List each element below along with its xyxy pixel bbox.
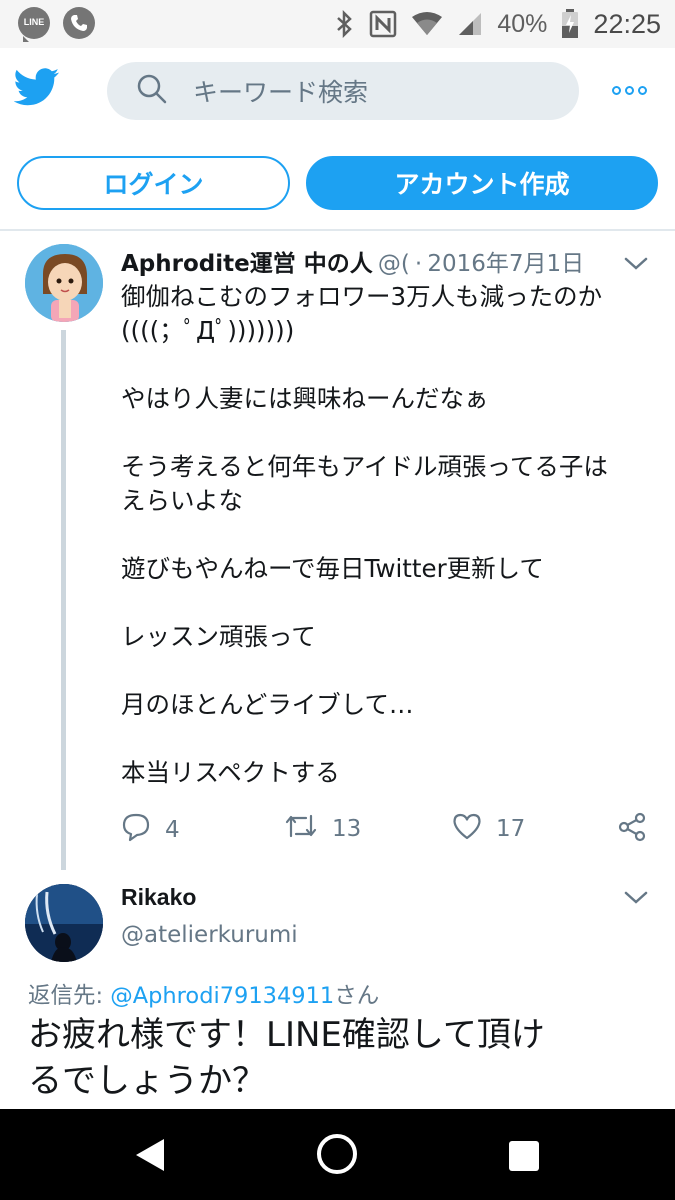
home-icon[interactable] xyxy=(317,1134,357,1174)
tweet-line: お疲れ様です！LINE確認して頂け xyxy=(28,1015,545,1055)
tweet-line: そう考えると何年もアイドル頑張ってる子は xyxy=(121,452,608,481)
tweet-text: 御伽ねこむのフォロワー3万人も減ったのか ((((；ﾟДﾟ))))))) やはり… xyxy=(121,280,661,790)
back-icon[interactable] xyxy=(134,1137,166,1177)
tweet-line: 月のほとんどライブして… xyxy=(121,690,414,719)
reply-button[interactable]: 4 xyxy=(121,812,180,848)
separator-dot: · xyxy=(414,251,423,277)
like-button[interactable]: 17 xyxy=(452,812,525,846)
share-button[interactable] xyxy=(617,812,647,848)
avatar[interactable] xyxy=(25,884,103,962)
line-app-label: LINE xyxy=(23,17,45,27)
signal-icon xyxy=(457,11,483,37)
header: キーワード検索 xyxy=(0,48,675,136)
reply-prefix: 返信先: xyxy=(28,983,111,1009)
more-icon[interactable] xyxy=(612,86,647,95)
recents-icon[interactable] xyxy=(509,1141,539,1171)
bluetooth-icon xyxy=(335,10,355,38)
tweet-line: ((((；ﾟДﾟ))))))) xyxy=(121,316,295,345)
clock: 22:25 xyxy=(593,8,661,39)
chevron-down-icon[interactable] xyxy=(624,256,648,275)
reply-count: 4 xyxy=(165,817,180,843)
reply-context: 返信先: @Aphrodi79134911さん xyxy=(28,978,379,1010)
share-icon xyxy=(617,812,647,848)
chevron-down-icon[interactable] xyxy=(624,890,648,909)
phone-icon xyxy=(63,7,95,39)
twitter-bird-icon[interactable] xyxy=(13,68,60,110)
wifi-icon xyxy=(411,11,443,37)
reply-mention-link[interactable]: @Aphrodi79134911 xyxy=(110,983,334,1009)
signup-button[interactable]: アカウント作成 xyxy=(306,156,658,210)
tweet-line: 本当リスペクトする xyxy=(121,758,340,787)
avatar[interactable] xyxy=(25,244,103,322)
tweet-text: お疲れ様です！LINE確認して頂け るでしょうか？ xyxy=(28,1012,648,1104)
author-name[interactable]: Rikako xyxy=(121,884,196,911)
tweet-line: やはり人妻には興味ねーんだなぁ xyxy=(121,384,489,413)
like-count: 17 xyxy=(496,816,526,842)
heart-icon xyxy=(452,812,482,846)
tweet-line: えらいよな xyxy=(121,486,244,515)
search-input[interactable]: キーワード検索 xyxy=(107,62,579,120)
reply-suffix: さん xyxy=(334,983,380,1009)
search-placeholder: キーワード検索 xyxy=(193,78,369,107)
line-app-icon: LINE xyxy=(18,7,50,42)
divider xyxy=(0,229,675,231)
tweet-actions: 4 13 17 xyxy=(121,812,651,856)
author-name[interactable]: Aphrodite運営 中の人 xyxy=(121,251,373,277)
nfc-icon xyxy=(369,10,397,38)
login-button[interactable]: ログイン xyxy=(17,156,290,210)
retweet-icon xyxy=(284,812,318,846)
reply-icon xyxy=(121,812,151,848)
author-handle[interactable]: @atelierkurumi xyxy=(121,922,298,948)
tweet-line: 御伽ねこむのフォロワー3万人も減ったのか xyxy=(121,282,603,311)
author-handle[interactable]: @( xyxy=(378,251,410,277)
thread-connector xyxy=(61,330,66,870)
retweet-button[interactable]: 13 xyxy=(284,812,361,846)
tweet-date[interactable]: 2016年7月1日 xyxy=(427,251,584,277)
tweet-line: レッスン頑張って xyxy=(121,622,316,651)
battery-charging-icon xyxy=(561,9,579,39)
status-bar: LINE 40% 22:25 xyxy=(0,0,675,48)
tweet-line: るでしょうか？ xyxy=(28,1061,266,1101)
retweet-count: 13 xyxy=(332,816,362,842)
battery-percent: 40% xyxy=(497,9,548,38)
tweet-line: 遊びもやんねーで毎日Twitter更新して xyxy=(121,554,544,583)
search-icon xyxy=(137,74,167,108)
tweet-header: Aphrodite運営 中の人 @( · 2016年7月1日 xyxy=(121,244,641,284)
